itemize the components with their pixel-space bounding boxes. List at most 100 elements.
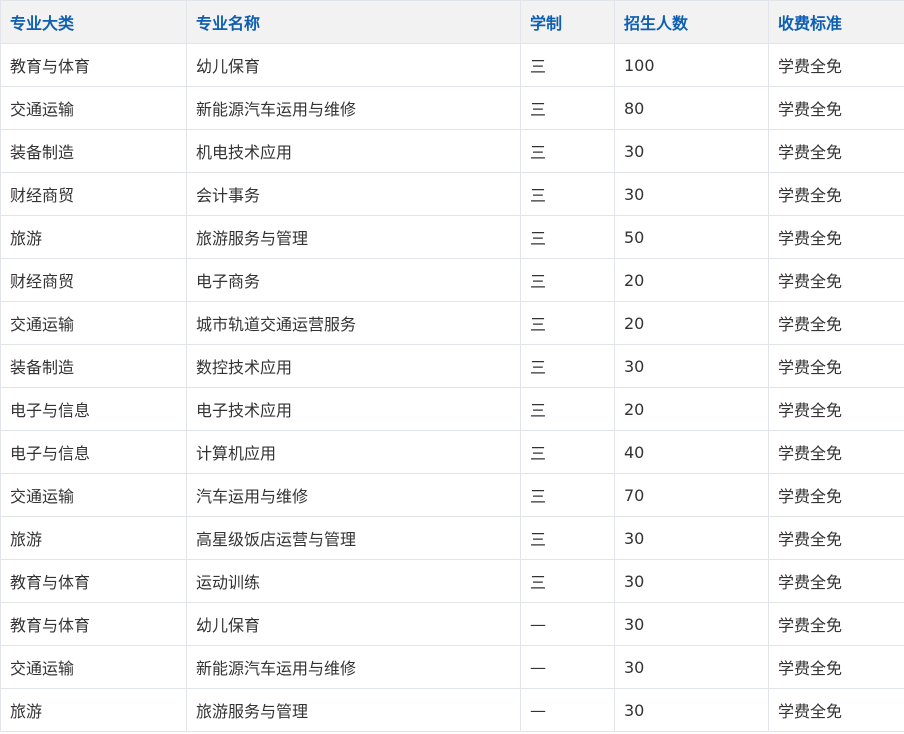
cell-fee: 学费全免 (768, 430, 904, 474)
cell-enrollment: 70 (614, 473, 769, 517)
table-row: 电子与信息 电子技术应用 三 20 学费全免 (0, 387, 904, 431)
cell-category: 财经商贸 (0, 172, 187, 216)
cell-enrollment: 20 (614, 301, 769, 345)
cell-duration: 三 (520, 86, 615, 130)
table-row: 财经商贸 电子商务 三 20 学费全免 (0, 258, 904, 302)
cell-fee: 学费全免 (768, 645, 904, 689)
table-row: 交通运输 新能源汽车运用与维修 — 30 学费全免 (0, 645, 904, 689)
table-body: 教育与体育 幼儿保育 三 100 学费全免 交通运输 新能源汽车运用与维修 三 … (0, 43, 904, 732)
cell-category: 财经商贸 (0, 258, 187, 302)
header-major-name: 专业名称 (186, 0, 521, 44)
cell-category: 教育与体育 (0, 559, 187, 603)
cell-category: 电子与信息 (0, 430, 187, 474)
cell-major-name: 旅游服务与管理 (186, 215, 521, 259)
cell-enrollment: 30 (614, 602, 769, 646)
cell-major-name: 高星级饭店运营与管理 (186, 516, 521, 560)
cell-duration: — (520, 602, 615, 646)
table-row: 交通运输 城市轨道交通运营服务 三 20 学费全免 (0, 301, 904, 345)
cell-fee: 学费全免 (768, 258, 904, 302)
cell-fee: 学费全免 (768, 516, 904, 560)
enrollment-table-container: 专业大类 专业名称 学制 招生人数 收费标准 教育与体育 幼儿保育 三 100 … (0, 0, 904, 734)
cell-fee: 学费全免 (768, 602, 904, 646)
cell-category: 交通运输 (0, 301, 187, 345)
cell-fee: 学费全免 (768, 688, 904, 732)
cell-category: 旅游 (0, 688, 187, 732)
cell-enrollment: 20 (614, 387, 769, 431)
cell-duration: 三 (520, 129, 615, 173)
cell-enrollment: 100 (614, 43, 769, 87)
cell-fee: 学费全免 (768, 86, 904, 130)
cell-category: 教育与体育 (0, 43, 187, 87)
table-row: 装备制造 数控技术应用 三 30 学费全免 (0, 344, 904, 388)
cell-duration: — (520, 645, 615, 689)
cell-category: 交通运输 (0, 645, 187, 689)
cell-major-name: 数控技术应用 (186, 344, 521, 388)
cell-category: 交通运输 (0, 86, 187, 130)
cell-major-name: 旅游服务与管理 (186, 688, 521, 732)
cell-major-name: 新能源汽车运用与维修 (186, 86, 521, 130)
table-row: 交通运输 新能源汽车运用与维修 三 80 学费全免 (0, 86, 904, 130)
cell-fee: 学费全免 (768, 473, 904, 517)
cell-major-name: 电子商务 (186, 258, 521, 302)
cell-enrollment: 30 (614, 344, 769, 388)
cell-duration: 三 (520, 430, 615, 474)
cell-category: 交通运输 (0, 473, 187, 517)
table-row: 教育与体育 幼儿保育 三 100 学费全免 (0, 43, 904, 87)
header-fee: 收费标准 (768, 0, 904, 44)
cell-duration: 三 (520, 387, 615, 431)
cell-duration: 三 (520, 473, 615, 517)
cell-enrollment: 30 (614, 129, 769, 173)
cell-enrollment: 80 (614, 86, 769, 130)
table-row: 财经商贸 会计事务 三 30 学费全免 (0, 172, 904, 216)
cell-major-name: 电子技术应用 (186, 387, 521, 431)
table-row: 电子与信息 计算机应用 三 40 学费全免 (0, 430, 904, 474)
cell-duration: 三 (520, 344, 615, 388)
cell-fee: 学费全免 (768, 172, 904, 216)
cell-fee: 学费全免 (768, 129, 904, 173)
cell-duration: 三 (520, 215, 615, 259)
cell-duration: 三 (520, 516, 615, 560)
header-duration: 学制 (520, 0, 615, 44)
cell-fee: 学费全免 (768, 559, 904, 603)
table-row: 旅游 旅游服务与管理 — 30 学费全免 (0, 688, 904, 732)
cell-enrollment: 30 (614, 516, 769, 560)
header-row: 专业大类 专业名称 学制 招生人数 收费标准 (0, 0, 904, 44)
table-row: 旅游 旅游服务与管理 三 50 学费全免 (0, 215, 904, 259)
cell-major-name: 幼儿保育 (186, 43, 521, 87)
cell-category: 旅游 (0, 516, 187, 560)
table-row: 装备制造 机电技术应用 三 30 学费全免 (0, 129, 904, 173)
cell-major-name: 计算机应用 (186, 430, 521, 474)
cell-major-name: 运动训练 (186, 559, 521, 603)
enrollment-table: 专业大类 专业名称 学制 招生人数 收费标准 教育与体育 幼儿保育 三 100 … (0, 0, 904, 732)
table-row: 教育与体育 幼儿保育 — 30 学费全免 (0, 602, 904, 646)
cell-fee: 学费全免 (768, 43, 904, 87)
cell-duration: — (520, 688, 615, 732)
cell-enrollment: 40 (614, 430, 769, 474)
cell-fee: 学费全免 (768, 344, 904, 388)
cell-category: 教育与体育 (0, 602, 187, 646)
cell-category: 电子与信息 (0, 387, 187, 431)
cell-major-name: 会计事务 (186, 172, 521, 216)
cell-major-name: 城市轨道交通运营服务 (186, 301, 521, 345)
table-row: 旅游 高星级饭店运营与管理 三 30 学费全免 (0, 516, 904, 560)
table-row: 交通运输 汽车运用与维修 三 70 学费全免 (0, 473, 904, 517)
cell-enrollment: 30 (614, 172, 769, 216)
cell-duration: 三 (520, 258, 615, 302)
cell-enrollment: 30 (614, 645, 769, 689)
cell-fee: 学费全免 (768, 215, 904, 259)
cell-category: 装备制造 (0, 344, 187, 388)
cell-major-name: 机电技术应用 (186, 129, 521, 173)
cell-major-name: 幼儿保育 (186, 602, 521, 646)
cell-major-name: 新能源汽车运用与维修 (186, 645, 521, 689)
cell-major-name: 汽车运用与维修 (186, 473, 521, 517)
cell-enrollment: 50 (614, 215, 769, 259)
header-enrollment: 招生人数 (614, 0, 769, 44)
cell-enrollment: 30 (614, 688, 769, 732)
table-header: 专业大类 专业名称 学制 招生人数 收费标准 (0, 0, 904, 44)
cell-enrollment: 30 (614, 559, 769, 603)
table-row: 教育与体育 运动训练 三 30 学费全免 (0, 559, 904, 603)
cell-fee: 学费全免 (768, 301, 904, 345)
cell-duration: 三 (520, 301, 615, 345)
cell-fee: 学费全免 (768, 387, 904, 431)
cell-duration: 三 (520, 559, 615, 603)
